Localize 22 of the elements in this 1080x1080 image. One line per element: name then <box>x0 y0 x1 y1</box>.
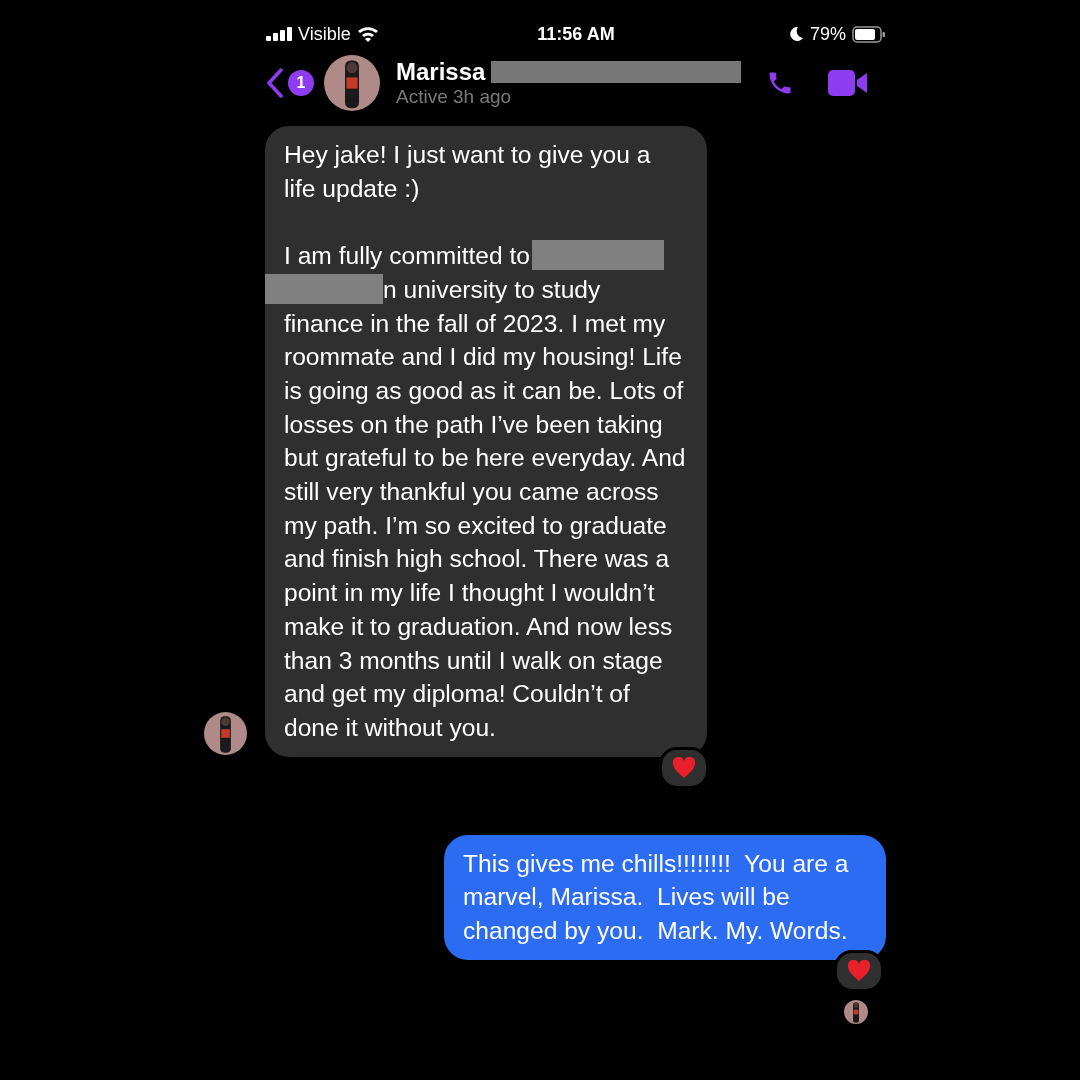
heart-icon <box>847 959 871 982</box>
clock-time: 11:56 AM <box>537 23 615 45</box>
carrier-name: Visible <box>298 23 351 45</box>
moon-icon <box>787 26 804 42</box>
active-status: Active 3h ago <box>396 86 513 108</box>
avatar <box>324 55 380 111</box>
message-text: finance in the fall of 2023. I met my roommate and I did my housing! Life is going as good as it can be. Lots of losses on the path I’ve been taking but grateful to be here everyday. And still very thankful you came across my path. I’m so excited to graduate and finish high school. There was a point in my life I thought I wouldn’t make it to graduation. And now less than 3 months until I walk on stage and get my diploma! Couldn’t of done it without you. <box>284 309 687 741</box>
message-text: This gives me chills!!!!!!!! You are a marvel, Marissa. Lives will be changed by you. Mark. My. Words. <box>463 849 850 945</box>
message-text: Hey jake! I just want to give you a life update :) <box>284 141 652 202</box>
back-chevron-icon <box>266 68 284 98</box>
battery-icon <box>852 25 886 43</box>
message-text: n university to study <box>383 275 601 303</box>
heart-icon <box>672 756 696 779</box>
message-text: I am fully committed to <box>284 242 530 270</box>
video-call-icon[interactable] <box>828 70 868 96</box>
wifi-icon <box>356 26 379 42</box>
avatar <box>204 712 247 755</box>
seen-avatar <box>844 999 868 1024</box>
back-button[interactable]: 1 <box>266 68 314 98</box>
battery-percent: 79% <box>809 23 846 45</box>
signal-icon <box>266 27 292 41</box>
contact-name: Marissa <box>396 58 486 86</box>
